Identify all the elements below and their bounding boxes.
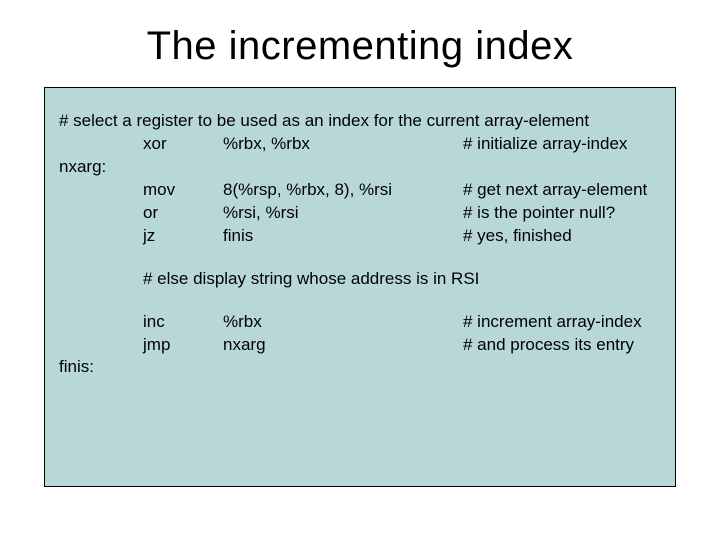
operands: nxarg	[223, 334, 463, 357]
operands: %rbx	[223, 311, 463, 334]
indent	[59, 179, 143, 202]
comment: # initialize array-index	[463, 133, 661, 156]
indent	[59, 311, 143, 334]
slide-title: The incrementing index	[0, 0, 720, 87]
operands: 8(%rsp, %rbx, 8), %rsi	[223, 179, 463, 202]
instruction-or: or %rsi, %rsi # is the pointer null?	[59, 202, 661, 225]
indent	[59, 268, 143, 291]
spacer	[59, 291, 661, 311]
opcode: jz	[143, 225, 223, 248]
comment: # get next array-element	[463, 179, 661, 202]
comment: # and process its entry	[463, 334, 661, 357]
instruction-jmp: jmp nxarg # and process its entry	[59, 334, 661, 357]
slide: The incrementing index # select a regist…	[0, 0, 720, 540]
code-block: # select a register to be used as an ind…	[44, 87, 676, 487]
indent	[59, 133, 143, 156]
opcode: inc	[143, 311, 223, 334]
comment: # yes, finished	[463, 225, 661, 248]
opcode: jmp	[143, 334, 223, 357]
instruction-xor: xor %rbx, %rbx # initialize array-index	[59, 133, 661, 156]
label-finis: finis:	[59, 356, 661, 379]
instruction-inc: inc %rbx # increment array-index	[59, 311, 661, 334]
operands: %rsi, %rsi	[223, 202, 463, 225]
instruction-jz: jz finis # yes, finished	[59, 225, 661, 248]
comment: # is the pointer null?	[463, 202, 661, 225]
operands: %rbx, %rbx	[223, 133, 463, 156]
indent	[59, 202, 143, 225]
spacer	[59, 248, 661, 268]
opcode: xor	[143, 133, 223, 156]
comment-select-register: # select a register to be used as an ind…	[59, 110, 661, 133]
indent	[59, 225, 143, 248]
comment-else-display: # else display string whose address is i…	[59, 268, 661, 291]
comment: # increment array-index	[463, 311, 661, 334]
comment: # else display string whose address is i…	[143, 268, 479, 291]
indent	[59, 334, 143, 357]
instruction-mov: mov 8(%rsp, %rbx, 8), %rsi # get next ar…	[59, 179, 661, 202]
label-nxarg: nxarg:	[59, 156, 661, 179]
opcode: mov	[143, 179, 223, 202]
opcode: or	[143, 202, 223, 225]
operands: finis	[223, 225, 463, 248]
